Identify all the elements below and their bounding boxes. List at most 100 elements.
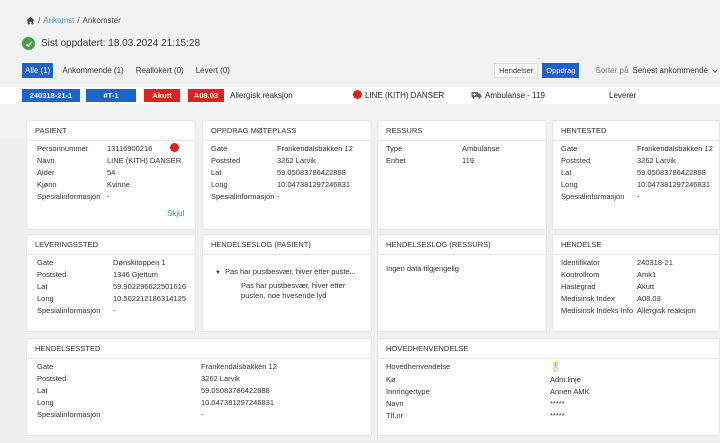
- hentested-card: HENTESTED Gate Frankendalsbakken 12 Posts…: [552, 120, 720, 230]
- view-controls: Hendelser Oppdrag Sorter på Senest ankom…: [494, 63, 720, 78]
- ressurs-card: RESSURS Type Ambulanse Enhet 119: [377, 120, 547, 230]
- pasient-details: Personnummer 13116900216 Navn LINE (KITH) …: [37, 143, 182, 203]
- assignment-patient-name: LINE (KITH) DANSER: [365, 91, 445, 100]
- field-label: Kjønn: [37, 180, 57, 189]
- field-label: Gate: [211, 144, 228, 153]
- field-label: Medisinsk Indeks Info: [561, 306, 634, 315]
- sort-select-value: Senest ankommende: [632, 66, 708, 75]
- gate-value: Dønskitoppen 1: [113, 258, 166, 267]
- navn-value: *****: [550, 399, 565, 408]
- field-label: Long: [211, 180, 228, 189]
- field-label: Spesialinformasjon: [37, 306, 101, 315]
- caret-down-icon: ▼: [215, 270, 221, 276]
- spesialinfo-value: -: [113, 306, 116, 315]
- field-label: Lat: [37, 386, 48, 395]
- sort-label: Sorter på: [595, 66, 629, 75]
- logg-ressurs-card-title: HENDELSESLOG (RESSURS): [378, 235, 546, 255]
- tab-reallokert[interactable]: Reallokert (0): [133, 63, 187, 78]
- hovedhenvendelse-card-title: HOVEDHENVENDELSE: [378, 339, 719, 359]
- leveringssted-details: Gate Dønskitoppen 1 Poststed 1346 Gjettum …: [37, 257, 186, 317]
- patient-alert-icon: [353, 90, 362, 99]
- tab-alle[interactable]: Alle (1): [22, 63, 54, 78]
- chevron-down-icon: [712, 68, 718, 73]
- innringertype-value: Annen AMK: [550, 387, 590, 396]
- oppdrag-button[interactable]: Oppdrag: [542, 63, 580, 78]
- lat-value: 59.05083786422888: [277, 168, 346, 177]
- assignment-resource: Ambulanse - 119: [485, 91, 545, 100]
- breadcrumb-link-ankomst[interactable]: Ankomst: [43, 16, 74, 25]
- field-label: Tlf.nr: [386, 411, 404, 420]
- poststed-value: 3262 Larvik: [201, 374, 240, 383]
- hovedhenvendelse-details: Hovedhenvendelse 🎖 Kø Adm.linje Innringert…: [386, 361, 590, 422]
- field-label: Spesialinformasjon: [37, 192, 101, 201]
- spesialinfo-value: -: [201, 410, 204, 419]
- check-icon: [22, 37, 35, 50]
- ressurs-details: Type Ambulanse Enhet 119: [386, 143, 500, 167]
- leveringssted-card-title: LEVERINGSSTED: [27, 235, 195, 255]
- leveringssted-card: LEVERINGSSTED Gate Dønskitoppen 1 Postste…: [26, 234, 196, 332]
- long-value: 10.047381297246831: [637, 180, 710, 189]
- home-icon[interactable]: [26, 16, 35, 25]
- log-entry-header[interactable]: ▼ Pas har pustbesvær, hiver etter puste..…: [215, 267, 356, 278]
- index-text: Allergisk reaksjon: [230, 91, 293, 100]
- type-value: Ambulanse: [462, 144, 500, 153]
- hovedhenvendelse-value: 🎖: [550, 361, 590, 374]
- gate-value: Frankendalsbakken 12: [277, 144, 353, 153]
- field-label: Identifikator: [561, 258, 600, 267]
- hastegrad-value: Akutt: [637, 282, 655, 291]
- field-label: Kontrollrom: [561, 270, 600, 279]
- breadcrumb: / Ankomst / Ankomster: [26, 16, 121, 25]
- assignment-tag-badge: #T-1: [86, 89, 136, 102]
- index-code-badge: A08.03: [188, 89, 224, 102]
- field-label: Navn: [37, 156, 55, 165]
- field-label: Poststed: [37, 374, 67, 383]
- empty-state-text: Ingen data tilgjengelig: [386, 264, 459, 273]
- ko-value: Adm.linje: [550, 375, 581, 384]
- logg-pasient-card-title: HENDELSESLOG (PASIENT): [203, 235, 371, 255]
- field-label: Alder: [37, 168, 55, 177]
- hide-link[interactable]: Skjul: [167, 209, 184, 218]
- hendelsessted-details: Gate Frankendalsbakken 12 Poststed 3262 La…: [37, 361, 277, 421]
- field-label: Hovedhenvendelse: [386, 362, 451, 371]
- field-label: Lat: [561, 168, 572, 177]
- field-label: Kø: [386, 375, 396, 384]
- field-label: Lat: [211, 168, 222, 177]
- field-label: Navn: [386, 399, 404, 408]
- log-entry-body: Pas har pustbesvær, hiver etter pusten, …: [241, 281, 346, 300]
- kjonn-value: Kvinne: [107, 180, 130, 189]
- field-label: Spesialinformasjon: [211, 192, 275, 201]
- tab-levert[interactable]: Levert (0): [193, 63, 233, 78]
- oppdrag-moteplass-card: OPPDRAG MØTEPLASS Gate Frankendalsbakken …: [202, 120, 372, 230]
- sort-select[interactable]: Senest ankommende: [632, 66, 718, 75]
- last-updated: Sist oppdatert: 18.03.2024 21:15:28: [22, 37, 200, 50]
- tab-ankommende[interactable]: Ankommende (1): [59, 63, 126, 78]
- medal-icon: 🎖: [550, 362, 562, 372]
- long-value: 10.047381297246831: [277, 180, 350, 189]
- lat-value: 59.90229662250​1616: [113, 282, 186, 291]
- resource-cell: Ambulanse - 119: [471, 89, 545, 102]
- hovedhenvendelse-card: HOVEDHENVENDELSE Hovedhenvendelse 🎖 Kø Adm…: [377, 338, 720, 436]
- field-label: Poststed: [37, 270, 67, 279]
- hendelse-card-title: HENDELSE: [553, 235, 719, 255]
- hentested-details: Gate Frankendalsbakken 12 Poststed 3262 La…: [561, 143, 713, 203]
- breadcrumb-separator: /: [38, 16, 41, 25]
- moteplass-details: Gate Frankendalsbakken 12 Poststed 3262 La…: [211, 143, 353, 203]
- poststed-value: 3262 Larvik: [277, 156, 316, 165]
- spesialinfo-value: -: [107, 192, 110, 201]
- enhet-value: 119: [462, 156, 474, 165]
- navn-value: LINE (KITH) DANSER: [107, 156, 182, 165]
- medisinsk-index-info-value: Allergisk reaksjon: [637, 306, 696, 315]
- field-label: Type: [386, 144, 403, 153]
- hendelser-button[interactable]: Hendelser: [494, 63, 539, 78]
- hendelseslog-ressurs-card: HENDELSESLOG (RESSURS) Ingen data tilgje…: [377, 234, 547, 332]
- field-label: Spesialinformasjon: [561, 192, 625, 201]
- lat-value: 59.05083786422888: [201, 386, 270, 395]
- gate-value: Frankendalsbakken 12: [637, 144, 713, 153]
- hendelse-card: HENDELSE Identifikator 240318-21 Kontroll…: [552, 234, 720, 332]
- hendelse-details: Identifikator 240318-21 Kontrollrom Amk1 H…: [561, 257, 696, 317]
- long-value: 10.502212186314125: [113, 294, 186, 303]
- identifikator-value: 240318-21: [637, 258, 673, 267]
- hentested-card-title: HENTESTED: [553, 121, 719, 141]
- medisinsk-index-value: A08.03: [637, 294, 661, 303]
- breadcrumb-separator: /: [77, 16, 80, 25]
